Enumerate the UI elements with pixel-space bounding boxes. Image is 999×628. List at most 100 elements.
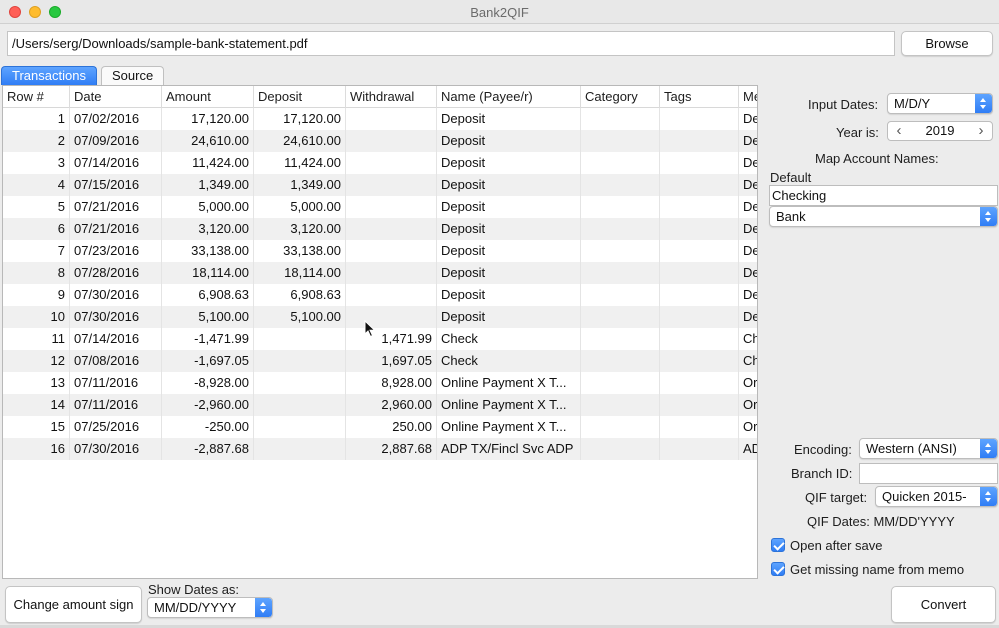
table-row[interactable]: 15 07/25/2016 -250.00 250.00 Online Payment … xyxy=(3,416,757,438)
cell-name: ADP TX/Fincl Svc ADP xyxy=(437,438,581,460)
col-header-date[interactable]: Date xyxy=(70,86,162,108)
missing-name-label: Get missing name from memo xyxy=(790,562,965,577)
cell-row-number: 11 xyxy=(3,328,70,350)
col-header-name[interactable]: Name (Payee/r) xyxy=(437,86,581,108)
cell-name: Deposit xyxy=(437,196,581,218)
cell-withdrawal: 1,697.05 xyxy=(346,350,437,372)
cell-name: Deposit xyxy=(437,130,581,152)
branch-id-label: Branch ID: xyxy=(791,466,853,481)
cell-name: Online Payment X T... xyxy=(437,416,581,438)
cell-row-number: 16 xyxy=(3,438,70,460)
col-header-deposit[interactable]: Deposit xyxy=(254,86,346,108)
cell-deposit: 11,424.00 xyxy=(254,152,346,174)
chevron-left-icon[interactable]: ‹ xyxy=(890,122,908,140)
cell-row-number: 9 xyxy=(3,284,70,306)
cell-date: 07/08/2016 xyxy=(70,350,162,372)
encoding-label: Encoding: xyxy=(794,442,852,457)
col-header-row-number[interactable]: Row # xyxy=(3,86,70,108)
cell-withdrawal: 1,471.99 xyxy=(346,328,437,350)
cell-row-number: 1 xyxy=(3,108,70,130)
select-chevron-icon xyxy=(980,207,997,226)
cell-withdrawal xyxy=(346,262,437,284)
table-row[interactable]: 3 07/14/2016 11,424.00 11,424.00 Deposit De xyxy=(3,152,757,174)
col-header-category[interactable]: Category xyxy=(581,86,660,108)
col-header-tags[interactable]: Tags xyxy=(660,86,739,108)
cell-memo: De xyxy=(743,243,758,258)
table-row[interactable]: 5 07/21/2016 5,000.00 5,000.00 Deposit De xyxy=(3,196,757,218)
account-name-input[interactable]: Checking xyxy=(769,185,998,206)
year-stepper[interactable]: ‹ 2019 › xyxy=(887,121,993,141)
cell-category xyxy=(581,416,660,438)
cell-row-number: 2 xyxy=(3,130,70,152)
input-dates-select[interactable]: M/D/Y xyxy=(887,93,993,114)
cell-tags xyxy=(660,350,739,372)
cell-deposit: 5,100.00 xyxy=(254,306,346,328)
file-path-input[interactable]: /Users/serg/Downloads/sample-bank-statem… xyxy=(7,31,895,56)
table-row[interactable]: 13 07/11/2016 -8,928.00 8,928.00 Online Paym… xyxy=(3,372,757,394)
cell-date: 07/21/2016 xyxy=(70,218,162,240)
table-row[interactable]: 10 07/30/2016 5,100.00 5,100.00 Deposit De xyxy=(3,306,757,328)
select-chevron-icon xyxy=(255,598,272,617)
table-row[interactable]: 4 07/15/2016 1,349.00 1,349.00 Deposit De xyxy=(3,174,757,196)
cell-category xyxy=(581,438,660,460)
qif-target-value: Quicken 2015- xyxy=(882,489,967,504)
show-dates-label: Show Dates as: xyxy=(148,582,240,597)
cell-withdrawal xyxy=(346,240,437,262)
convert-button[interactable]: Convert xyxy=(891,586,996,623)
table-row[interactable]: 12 07/08/2016 -1,697.05 1,697.05 Check Ch xyxy=(3,350,757,372)
col-header-withdrawal[interactable]: Withdrawal xyxy=(346,86,437,108)
cell-tags xyxy=(660,284,739,306)
cell-date: 07/02/2016 xyxy=(70,108,162,130)
cell-name: Deposit xyxy=(437,218,581,240)
branch-id-input[interactable] xyxy=(859,463,998,484)
cell-tags xyxy=(660,372,739,394)
cell-memo: Or xyxy=(743,397,758,412)
cell-memo: AD xyxy=(743,441,757,456)
show-dates-select[interactable]: MM/DD/YYYY xyxy=(147,597,273,618)
cell-deposit xyxy=(254,350,346,372)
table-row[interactable]: 6 07/21/2016 3,120.00 3,120.00 Deposit De xyxy=(3,218,757,240)
cell-deposit: 3,120.00 xyxy=(254,218,346,240)
cell-deposit xyxy=(254,438,346,460)
cell-deposit: 18,114.00 xyxy=(254,262,346,284)
cell-memo: Ch xyxy=(743,331,758,346)
account-type-select[interactable]: Bank xyxy=(769,206,998,227)
cell-amount: 17,120.00 xyxy=(162,108,254,130)
change-amount-sign-button[interactable]: Change amount sign xyxy=(5,586,142,623)
col-header-amount[interactable]: Amount xyxy=(162,86,254,108)
cell-amount: 33,138.00 xyxy=(162,240,254,262)
cell-row-number: 6 xyxy=(3,218,70,240)
table-row[interactable]: 1 07/02/2016 17,120.00 17,120.00 Deposit De xyxy=(3,108,757,130)
cell-category xyxy=(581,240,660,262)
missing-name-checkbox[interactable] xyxy=(771,562,785,576)
cell-category xyxy=(581,130,660,152)
tab-transactions[interactable]: Transactions xyxy=(1,66,97,85)
table-row[interactable]: 11 07/14/2016 -1,471.99 1,471.99 Check Ch xyxy=(3,328,758,350)
table-row[interactable]: 16 07/30/2016 -2,887.68 2,887.68 ADP TX/Finc… xyxy=(3,438,757,460)
title-bar: Bank2QIF xyxy=(0,0,999,24)
cell-tags xyxy=(660,306,739,328)
tab-source[interactable]: Source xyxy=(101,66,165,85)
encoding-select[interactable]: Western (ANSI) xyxy=(859,438,998,459)
cell-deposit: 24,610.00 xyxy=(254,130,346,152)
browse-button[interactable]: Browse xyxy=(901,31,993,56)
cell-deposit xyxy=(254,416,346,438)
open-after-save-checkbox[interactable] xyxy=(771,538,785,552)
table-row[interactable]: 9 07/30/2016 6,908.63 6,908.63 Deposit De xyxy=(3,284,758,306)
table-row[interactable]: 7 07/23/2016 33,138.00 33,138.00 Deposit De xyxy=(3,240,758,262)
cell-withdrawal xyxy=(346,174,437,196)
col-header-memo[interactable]: Me xyxy=(739,86,757,108)
table-row[interactable]: 8 07/28/2016 18,114.00 18,114.00 Deposit De xyxy=(3,262,757,284)
cell-row-number: 4 xyxy=(3,174,70,196)
table-row[interactable]: 14 07/11/2016 -2,960.00 2,960.00 Online Paym… xyxy=(3,394,758,416)
cell-amount: -1,697.05 xyxy=(162,350,254,372)
cell-category xyxy=(581,284,660,306)
table-row[interactable]: 2 07/09/2016 24,610.00 24,610.00 Deposit De xyxy=(3,130,757,152)
cell-withdrawal xyxy=(346,108,437,130)
chevron-right-icon[interactable]: › xyxy=(972,122,990,140)
cell-memo: De xyxy=(743,287,758,302)
cell-tags xyxy=(660,218,739,240)
cell-deposit: 17,120.00 xyxy=(254,108,346,130)
qif-target-select[interactable]: Quicken 2015- xyxy=(875,486,998,507)
cell-row-number: 3 xyxy=(3,152,70,174)
